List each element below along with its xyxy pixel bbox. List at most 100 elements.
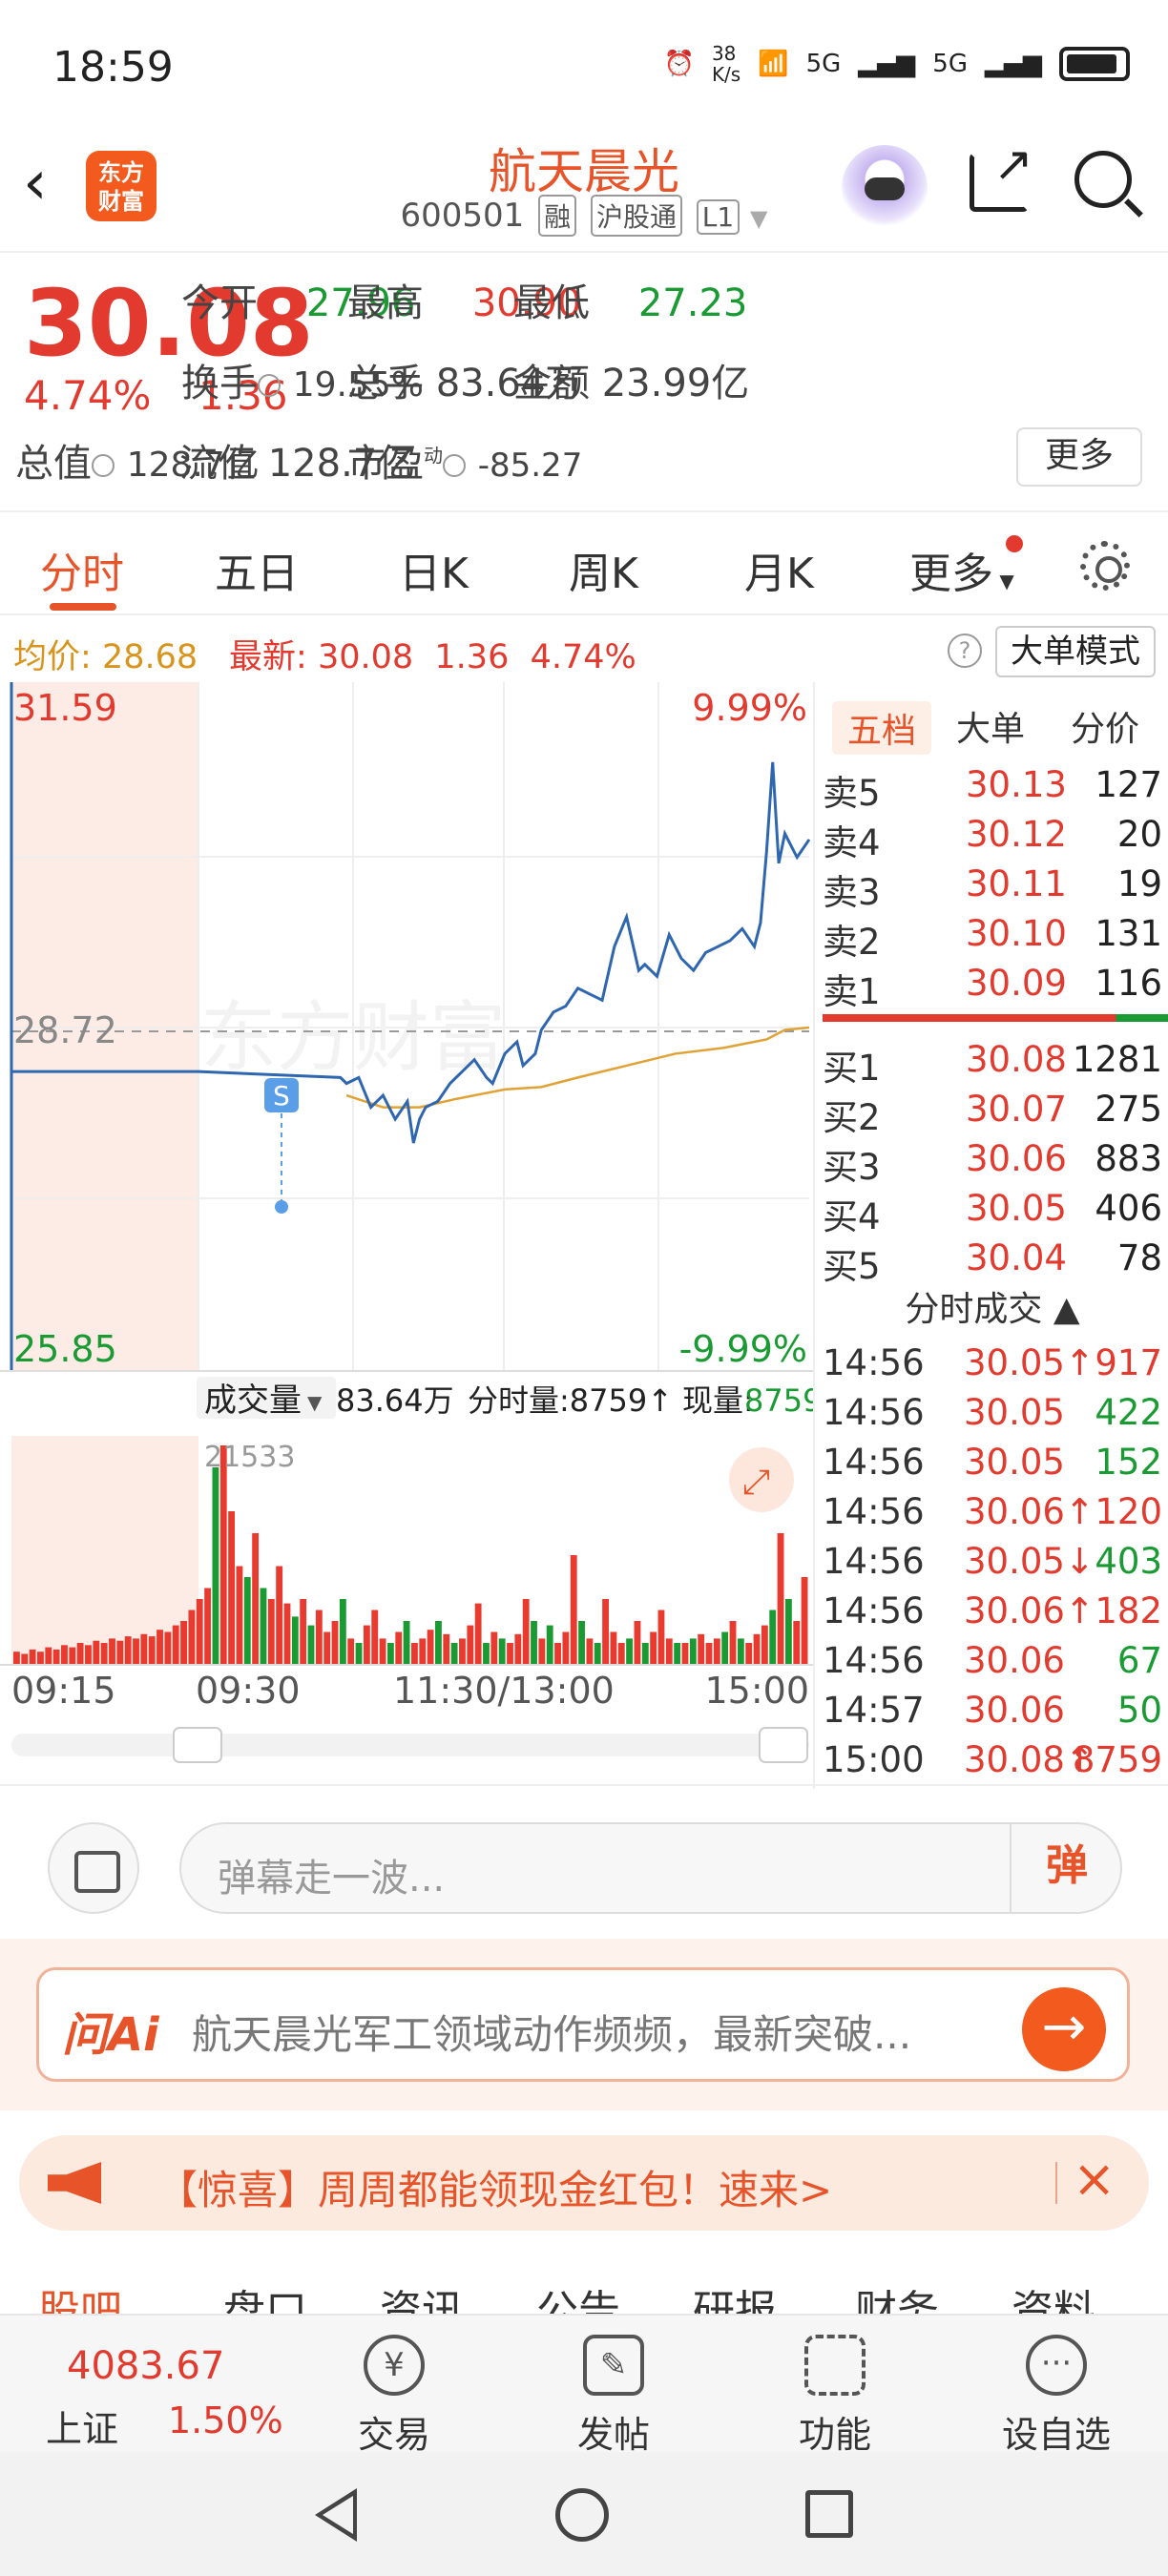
promo-banner[interactable]: 【惊喜】周周都能领现金红包！速来> × bbox=[19, 2135, 1149, 2231]
index-value: 4083.67 bbox=[67, 2344, 225, 2388]
arrow-right-icon[interactable]: → bbox=[1022, 1987, 1106, 2071]
amount-cell: 金额 23.99亿 bbox=[513, 362, 750, 405]
tab-announcements[interactable]: 公告 bbox=[536, 2276, 620, 2316]
volume-bar bbox=[610, 1631, 617, 1665]
danmu-settings-icon[interactable] bbox=[48, 1822, 139, 1914]
tab-intraday[interactable]: 分时 bbox=[40, 539, 124, 600]
volume-bar bbox=[435, 1621, 442, 1665]
volume-bar bbox=[164, 1631, 172, 1665]
tab-financials[interactable]: 财务 bbox=[855, 2276, 939, 2316]
ask-level[interactable]: 卖5 30.13 127 bbox=[823, 760, 1166, 814]
volume-bar bbox=[85, 1645, 92, 1665]
tab-more[interactable]: 更多 ▼ bbox=[909, 539, 1014, 600]
volume-bar bbox=[219, 1445, 227, 1665]
bid-level[interactable]: 买2 30.07 275 bbox=[823, 1085, 1166, 1138]
range-scrollbar[interactable] bbox=[11, 1734, 809, 1756]
tab-handicap[interactable]: 盘口 bbox=[223, 2276, 307, 2316]
tab-price-dist[interactable]: 分价 bbox=[1071, 701, 1139, 751]
volume-bar bbox=[721, 1631, 729, 1665]
notification-dot bbox=[1006, 535, 1023, 552]
volume-bar bbox=[347, 1638, 355, 1665]
more-button[interactable]: 更多 bbox=[1016, 427, 1142, 487]
volume-bar bbox=[681, 1643, 689, 1665]
intraday-chart-area[interactable]: 东方财富 S 31.59 28.72 25.85 9.99% -9.99% 成交… bbox=[0, 682, 822, 1784]
info-icon[interactable] bbox=[92, 454, 115, 477]
x-tick-0930: 09:30 bbox=[196, 1670, 301, 1712]
ask-level[interactable]: 卖3 30.11 19 bbox=[823, 860, 1166, 913]
volume-bar bbox=[21, 1653, 29, 1665]
grid-icon bbox=[804, 2335, 866, 2396]
volume-bar bbox=[188, 1610, 196, 1665]
close-icon[interactable]: × bbox=[1073, 2149, 1116, 2209]
tab-daily-k[interactable]: 日K bbox=[399, 539, 469, 600]
volume-bar bbox=[562, 1631, 570, 1665]
ai-robot-icon[interactable] bbox=[842, 145, 928, 231]
danmu-input[interactable]: 弹幕走一波... bbox=[179, 1822, 1122, 1914]
volume-bar bbox=[737, 1638, 744, 1665]
ask-level[interactable]: 卖2 30.10 131 bbox=[823, 909, 1166, 963]
danmu-placeholder: 弹幕走一波... bbox=[218, 1857, 446, 1901]
intraday-chart[interactable]: 东方财富 S 31.59 28.72 25.85 9.99% -9.99% 成交… bbox=[0, 682, 822, 1789]
bid-level[interactable]: 买4 30.05 406 bbox=[823, 1184, 1166, 1237]
status-time: 18:59 bbox=[52, 43, 174, 92]
tab-big-orders[interactable]: 大单 bbox=[956, 701, 1025, 751]
share-icon[interactable] bbox=[970, 136, 1033, 212]
volume-bar bbox=[315, 1610, 323, 1665]
search-icon[interactable] bbox=[1074, 151, 1132, 208]
index-name: 上证 bbox=[46, 2408, 119, 2450]
volume-bar bbox=[729, 1621, 737, 1665]
bid-level[interactable]: 买1 30.08 1281 bbox=[823, 1035, 1166, 1089]
trades-title[interactable]: 分时成交 ▲ bbox=[815, 1281, 1168, 1331]
tab-weekly-k[interactable]: 周K bbox=[569, 539, 638, 600]
signal-icon: ▂▄▆ bbox=[858, 50, 916, 78]
range-handle-left[interactable] bbox=[173, 1727, 222, 1763]
tab-monthly-k[interactable]: 月K bbox=[744, 539, 814, 600]
volume-label[interactable]: 成交量 bbox=[204, 1381, 302, 1420]
tab-forum[interactable]: 股吧 bbox=[38, 2276, 122, 2316]
nav-add-watchlist[interactable]: ··· 设自选 bbox=[994, 2325, 1118, 2458]
volume-bar bbox=[450, 1643, 458, 1665]
nav-trade[interactable]: ¥ 交易 bbox=[332, 2325, 456, 2458]
trade-row: 14:57 30.06 50 bbox=[823, 1690, 1162, 1731]
volume-bar bbox=[745, 1643, 753, 1665]
range-handle-right[interactable] bbox=[759, 1727, 808, 1763]
bid-level[interactable]: 买5 30.04 78 bbox=[823, 1234, 1166, 1287]
settings-icon[interactable] bbox=[1080, 541, 1130, 591]
collapse-icon: ▲ bbox=[1053, 1290, 1080, 1329]
tab-five-day[interactable]: 五日 bbox=[215, 539, 299, 600]
bid-level[interactable]: 买3 30.06 883 bbox=[823, 1134, 1166, 1188]
volume-bar bbox=[204, 1588, 211, 1665]
quote-panel: 30.08 4.74% 1.36 今开 27.96 最高 30.90 最低 27… bbox=[0, 253, 1168, 506]
volume-bar bbox=[522, 1599, 530, 1665]
tab-profile[interactable]: 资料 bbox=[1012, 2276, 1095, 2316]
s-marker[interactable]: S bbox=[264, 1078, 299, 1214]
big-order-mode-button[interactable]: 大单模式 bbox=[995, 626, 1156, 677]
info-icon[interactable] bbox=[258, 374, 281, 397]
system-back-icon[interactable] bbox=[315, 2488, 357, 2542]
ask-level[interactable]: 卖4 30.12 20 bbox=[823, 810, 1166, 863]
volume-bar bbox=[69, 1647, 76, 1665]
volume-dropdown-icon[interactable]: ▼ bbox=[307, 1391, 323, 1414]
system-home-icon[interactable] bbox=[555, 2488, 609, 2542]
volume-bar bbox=[252, 1533, 260, 1665]
tag-margin: 融 bbox=[538, 195, 577, 237]
nav-functions[interactable]: 功能 bbox=[773, 2325, 897, 2458]
info-icon[interactable] bbox=[443, 454, 466, 477]
tab-research[interactable]: 研报 bbox=[693, 2276, 777, 2316]
tab-five-levels[interactable]: 五档 bbox=[832, 701, 932, 755]
volume-bar bbox=[156, 1630, 163, 1665]
watermark: 东方财富 bbox=[200, 993, 506, 1082]
ask-ai-banner: 问Ai 航天晨光军工领域动作频频，最新突破... → bbox=[0, 1939, 1168, 2110]
help-icon[interactable]: ? bbox=[948, 634, 982, 668]
system-recent-icon[interactable] bbox=[805, 2490, 853, 2538]
danmu-send-button[interactable]: 弹 bbox=[1010, 1822, 1122, 1914]
ask-level[interactable]: 卖1 30.09 116 bbox=[823, 959, 1166, 1012]
order-book-panel: 五档 大单 分价 卖5 30.13 127 卖4 30.12 20 卖3 30.11 19 卖2 3… bbox=[813, 682, 1168, 1789]
volume-bar bbox=[698, 1633, 705, 1665]
volume-bar bbox=[570, 1555, 577, 1665]
volume-bar bbox=[801, 1577, 808, 1665]
ask-ai-box[interactable]: 问Ai 航天晨光军工领域动作频频，最新突破... → bbox=[36, 1967, 1130, 2082]
status-icons: ⏰ 38 K/s 📶 5G ▂▄▆ 5G ▂▄▆ bbox=[664, 43, 1130, 85]
tab-news[interactable]: 资讯 bbox=[380, 2276, 464, 2316]
nav-post[interactable]: ✎ 发帖 bbox=[552, 2325, 676, 2458]
